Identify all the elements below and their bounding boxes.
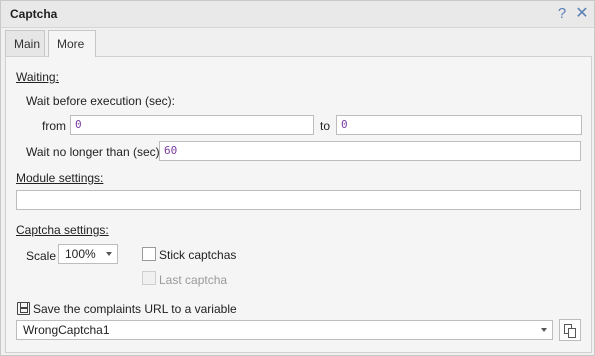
dialog-title: Captcha: [10, 7, 58, 21]
module-settings-heading: Module settings:: [16, 171, 104, 185]
to-label: to: [320, 119, 331, 133]
last-captcha-label: Last captcha: [159, 273, 228, 287]
copy-icon-front: [568, 328, 576, 338]
copy-variable-button[interactable]: [559, 319, 581, 341]
wait-max-label: Wait no longer than (sec):: [26, 145, 163, 159]
wait-max-input[interactable]: 60: [159, 141, 581, 161]
tab-more[interactable]: More: [48, 30, 96, 57]
scale-value: 100%: [65, 247, 96, 261]
chevron-down-icon: [106, 252, 112, 256]
waiting-heading: Waiting:: [16, 70, 59, 84]
scale-label: Scale: [26, 249, 57, 263]
scale-select[interactable]: 100%: [58, 244, 118, 264]
stick-captchas-label[interactable]: Stick captchas: [159, 248, 236, 262]
complaints-variable-select[interactable]: WrongCaptcha1: [16, 320, 553, 340]
wait-to-input[interactable]: 0: [336, 115, 582, 135]
captcha-settings-heading: Captcha settings:: [16, 223, 109, 237]
tab-main[interactable]: Main: [5, 30, 45, 56]
title-bar: Captcha ? ✕: [1, 1, 594, 28]
close-icon[interactable]: ✕: [574, 5, 590, 23]
from-label: from: [42, 119, 66, 133]
wait-before-label: Wait before execution (sec):: [26, 94, 175, 108]
last-captcha-checkbox[interactable]: [142, 271, 156, 285]
tab-panel-more: Waiting: Wait before execution (sec): fr…: [5, 56, 592, 353]
wait-from-input[interactable]: 0: [70, 115, 314, 135]
stick-captchas-checkbox[interactable]: [142, 247, 156, 261]
complaints-url-label: Save the complaints URL to a variable: [33, 302, 237, 316]
save-icon: [17, 302, 30, 315]
module-settings-input[interactable]: [16, 190, 581, 210]
complaints-variable-value: WrongCaptcha1: [23, 323, 110, 337]
captcha-dialog: Captcha ? ✕ Main More Waiting: Wait befo…: [0, 0, 595, 356]
chevron-down-icon: [541, 328, 547, 332]
help-icon[interactable]: ?: [554, 5, 570, 23]
